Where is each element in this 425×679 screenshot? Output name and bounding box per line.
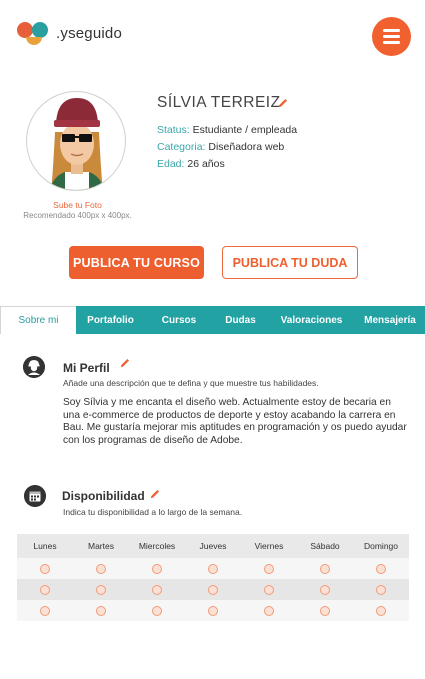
day-header-domingo: Domingo [363, 541, 399, 551]
time-slot-icon[interactable] [320, 563, 330, 574]
day-header-sabado: Sábado [310, 541, 340, 551]
availability-cell [297, 600, 353, 621]
edit-name-pencil-icon[interactable] [277, 98, 288, 109]
availability-cell [353, 579, 409, 600]
day-header-lunes: Lunes [33, 541, 57, 551]
availability-cell [297, 558, 353, 579]
edit-availability-pencil-icon[interactable] [149, 489, 160, 500]
time-slot-icon[interactable] [320, 584, 330, 595]
time-slot-icon[interactable] [320, 605, 330, 616]
tab-portafolio[interactable]: Portafolio [76, 306, 145, 334]
availability-cell [185, 579, 241, 600]
availability-header-row: Lunes Martes Miercoles Jueves Viernes Sá… [17, 534, 409, 558]
time-slot-icon[interactable] [152, 605, 162, 616]
availability-cell [129, 579, 185, 600]
hamburger-menu-button[interactable] [372, 17, 411, 56]
tab-dudas[interactable]: Dudas [213, 306, 268, 334]
category-row: Categoria: Diseñadora web [157, 141, 284, 153]
publish-doubt-button[interactable]: PUBLICA TU DUDA [222, 246, 358, 279]
profile-bio-text[interactable]: Soy Sílvia y me encanta el diseño web. A… [63, 397, 408, 447]
availability-cell [17, 558, 73, 579]
time-slot-icon[interactable] [40, 563, 50, 574]
time-slot-icon[interactable] [96, 584, 106, 595]
logo-icon[interactable] [17, 22, 51, 48]
calendar-icon [24, 485, 46, 507]
day-header-martes: Martes [88, 541, 114, 551]
tab-valoraciones[interactable]: Valoraciones [268, 306, 355, 334]
availability-slot-row [17, 579, 409, 600]
status-label: Status: [157, 124, 190, 136]
tab-sobre-mi[interactable]: Sobre mi [0, 306, 76, 334]
age-row: Edad: 26 años [157, 158, 225, 170]
time-slot-icon[interactable] [40, 605, 50, 616]
time-slot-icon[interactable] [264, 563, 274, 574]
brand-name[interactable]: .yseguido [56, 25, 122, 42]
availability-cell [297, 579, 353, 600]
time-slot-icon[interactable] [152, 563, 162, 574]
availability-table: Lunes Martes Miercoles Jueves Viernes Sá… [17, 534, 409, 621]
availability-slot-row [17, 558, 409, 579]
availability-cell [241, 600, 297, 621]
availability-cell [129, 558, 185, 579]
age-value: 26 años [187, 158, 225, 170]
time-slot-icon[interactable] [208, 584, 218, 595]
upload-photo-hint: Recomendado 400px x 400px. [23, 211, 132, 220]
time-slot-icon[interactable] [208, 563, 218, 574]
availability-cell [185, 558, 241, 579]
availability-cell [129, 600, 185, 621]
profile-section-title: Mi Perfil [63, 361, 110, 375]
availability-cell [73, 558, 129, 579]
age-label: Edad: [157, 158, 185, 170]
time-slot-icon[interactable] [40, 584, 50, 595]
availability-cell [185, 600, 241, 621]
time-slot-icon[interactable] [264, 584, 274, 595]
tab-mensajeria[interactable]: Mensajería [355, 306, 425, 334]
availability-cell [17, 579, 73, 600]
availability-cell [73, 579, 129, 600]
availability-slot-rows [17, 558, 409, 621]
time-slot-icon[interactable] [152, 584, 162, 595]
time-slot-icon[interactable] [264, 605, 274, 616]
category-label: Categoria: [157, 141, 206, 153]
profile-section-subtitle: Añade una descripción que te defina y qu… [63, 378, 319, 388]
avatar-illustration-icon [49, 98, 105, 190]
tab-cursos[interactable]: Cursos [145, 306, 213, 334]
availability-cell [241, 579, 297, 600]
header: .yseguido [0, 0, 425, 70]
profile-name: SÍLVIA TERREIZ [157, 94, 281, 111]
day-header-viernes: Viernes [254, 541, 284, 551]
availability-cell [353, 600, 409, 621]
category-value: Diseñadora web [208, 141, 285, 153]
time-slot-icon[interactable] [376, 563, 386, 574]
availability-section-subtitle: Indica tu disponibilidad a lo largo de l… [63, 507, 243, 517]
availability-cell [73, 600, 129, 621]
availability-cell [353, 558, 409, 579]
profile-tabs: Sobre mi Portafolio Cursos Dudas Valorac… [0, 306, 425, 334]
day-header-miercoles: Miercoles [138, 541, 176, 551]
time-slot-icon[interactable] [96, 605, 106, 616]
availability-slot-row [17, 600, 409, 621]
time-slot-icon[interactable] [376, 605, 386, 616]
avatar[interactable] [26, 91, 126, 191]
user-profile-icon [23, 356, 45, 378]
status-value: Estudiante / empleada [192, 124, 298, 136]
day-header-jueves: Jueves [199, 541, 227, 551]
availability-section-title: Disponibilidad [62, 489, 145, 503]
status-row: Status: Estudiante / empleada [157, 124, 297, 136]
publish-course-button[interactable]: PUBLICA TU CURSO [69, 246, 204, 279]
edit-profile-pencil-icon[interactable] [119, 358, 130, 369]
availability-cell [241, 558, 297, 579]
availability-cell [17, 600, 73, 621]
upload-photo-link[interactable]: Sube tu Foto [0, 200, 155, 210]
time-slot-icon[interactable] [96, 563, 106, 574]
time-slot-icon[interactable] [208, 605, 218, 616]
time-slot-icon[interactable] [376, 584, 386, 595]
